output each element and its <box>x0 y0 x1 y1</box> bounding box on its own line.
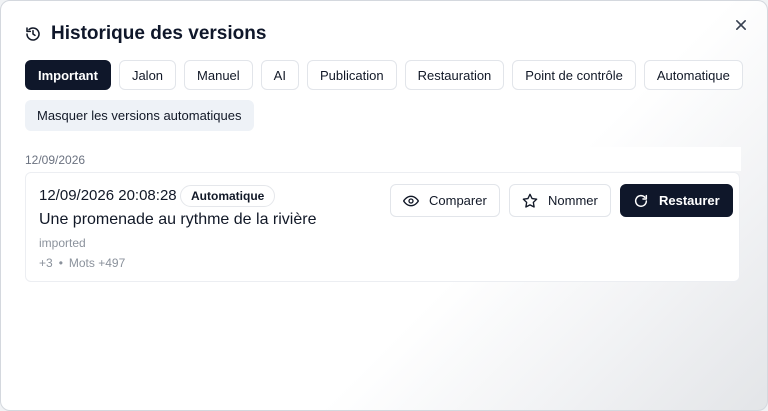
filter-publication[interactable]: Publication <box>306 60 397 90</box>
filter-restauration[interactable]: Restauration <box>404 60 505 90</box>
version-card: 12/09/2026 20:08:28 Automatique Une prom… <box>25 172 740 282</box>
version-stats: +3 • Mots +497 <box>39 256 125 270</box>
name-version-button[interactable]: Nommer <box>509 184 611 217</box>
stats-separator: • <box>58 256 63 270</box>
restore-label: Restaurer <box>659 193 720 208</box>
version-name: Une promenade au rythme de la rivière <box>39 211 317 228</box>
filter-automatique[interactable]: Automatique <box>643 60 743 90</box>
filter-important[interactable]: Important <box>25 60 111 90</box>
name-label: Nommer <box>548 193 598 208</box>
star-icon <box>522 193 538 209</box>
filter-manuel[interactable]: Manuel <box>184 60 253 90</box>
compare-label: Comparer <box>429 193 487 208</box>
refresh-icon <box>633 193 649 209</box>
filter-jalon[interactable]: Jalon <box>118 60 177 90</box>
version-timestamp: 12/09/2026 20:08:28 <box>39 187 177 204</box>
version-source: imported <box>39 236 86 250</box>
compare-button[interactable]: Comparer <box>390 184 500 217</box>
history-icon <box>25 26 41 42</box>
filter-point-de-controle[interactable]: Point de contrôle <box>512 60 636 90</box>
filter-chips: Important Jalon Manuel AI Publication Re… <box>25 60 743 90</box>
dialog-title: Historique des versions <box>51 23 267 44</box>
version-type-badge: Automatique <box>180 185 276 207</box>
filter-ai[interactable]: AI <box>260 60 299 90</box>
restore-button[interactable]: Restaurer <box>620 184 733 217</box>
version-group-date: 12/09/2026 <box>25 147 741 171</box>
eye-icon <box>403 193 419 209</box>
dialog-header: Historique des versions <box>25 23 266 45</box>
close-icon[interactable] <box>731 15 751 35</box>
version-history-dialog: Historique des versions Important Jalon … <box>0 0 768 411</box>
hide-auto-versions-toggle[interactable]: Masquer les versions automatiques <box>25 100 254 131</box>
version-words: Mots +497 <box>68 256 126 270</box>
version-changes: +3 <box>39 256 53 270</box>
